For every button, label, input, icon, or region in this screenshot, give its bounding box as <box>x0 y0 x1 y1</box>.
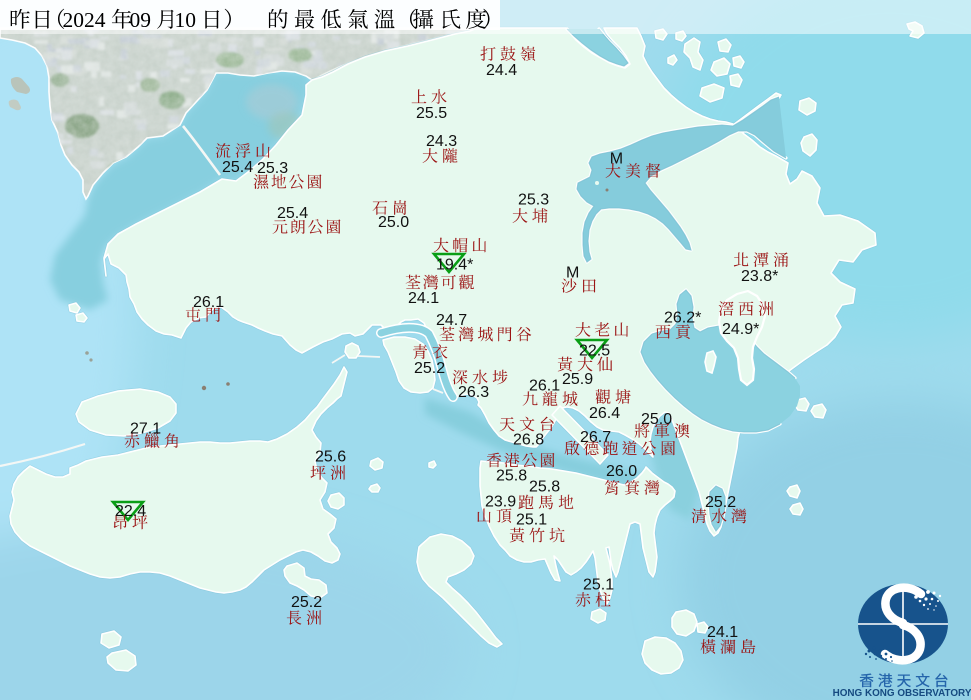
svg-text:25.3: 25.3 <box>257 160 288 177</box>
svg-text:24.7: 24.7 <box>436 312 467 329</box>
svg-text:10: 10 <box>175 8 197 32</box>
svg-text:25.0: 25.0 <box>378 214 409 231</box>
svg-text:23.8*: 23.8* <box>741 268 778 285</box>
svg-text:25.1: 25.1 <box>516 512 547 529</box>
svg-text:2024: 2024 <box>63 8 106 32</box>
svg-text:24.9*: 24.9* <box>722 321 759 338</box>
svg-text:25.5: 25.5 <box>416 105 447 122</box>
svg-text:25.9: 25.9 <box>562 371 593 388</box>
svg-text:M: M <box>610 151 623 168</box>
svg-text:26.2*: 26.2* <box>664 310 701 327</box>
svg-text:25.2: 25.2 <box>291 594 322 611</box>
svg-text:26.7: 26.7 <box>580 429 611 446</box>
svg-text:25.3: 25.3 <box>518 192 549 209</box>
svg-text:19.4*: 19.4* <box>436 257 473 274</box>
svg-text:22.5: 22.5 <box>579 343 610 360</box>
svg-text:M: M <box>566 265 579 282</box>
svg-text:25.0: 25.0 <box>641 411 672 428</box>
svg-text:23.9: 23.9 <box>485 494 516 511</box>
svg-text:26.1: 26.1 <box>529 378 560 395</box>
svg-text:24.3: 24.3 <box>426 133 457 150</box>
svg-text:25.1: 25.1 <box>583 577 614 594</box>
svg-text:25.8: 25.8 <box>529 479 560 496</box>
svg-text:25.2: 25.2 <box>705 494 736 511</box>
svg-text:25.6: 25.6 <box>315 449 346 466</box>
svg-text:26.3: 26.3 <box>458 384 489 401</box>
svg-text:09: 09 <box>130 8 152 32</box>
svg-text:24.1: 24.1 <box>707 624 738 641</box>
svg-text:27.1: 27.1 <box>130 421 161 438</box>
svg-text:25.4: 25.4 <box>222 159 253 176</box>
svg-text:24.4: 24.4 <box>486 62 517 79</box>
svg-text:25.2: 25.2 <box>414 360 445 377</box>
svg-text:26.1: 26.1 <box>193 294 224 311</box>
svg-text:26.8: 26.8 <box>513 432 544 449</box>
svg-text:22.4: 22.4 <box>115 503 146 520</box>
svg-text:25.8: 25.8 <box>496 468 527 485</box>
svg-text:26.4: 26.4 <box>589 405 620 422</box>
svg-text:24.1: 24.1 <box>408 290 439 307</box>
svg-text:25.4: 25.4 <box>277 205 308 222</box>
svg-text:26.0: 26.0 <box>606 463 637 480</box>
svg-text:HONG KONG OBSERVATORY: HONG KONG OBSERVATORY <box>833 688 971 699</box>
